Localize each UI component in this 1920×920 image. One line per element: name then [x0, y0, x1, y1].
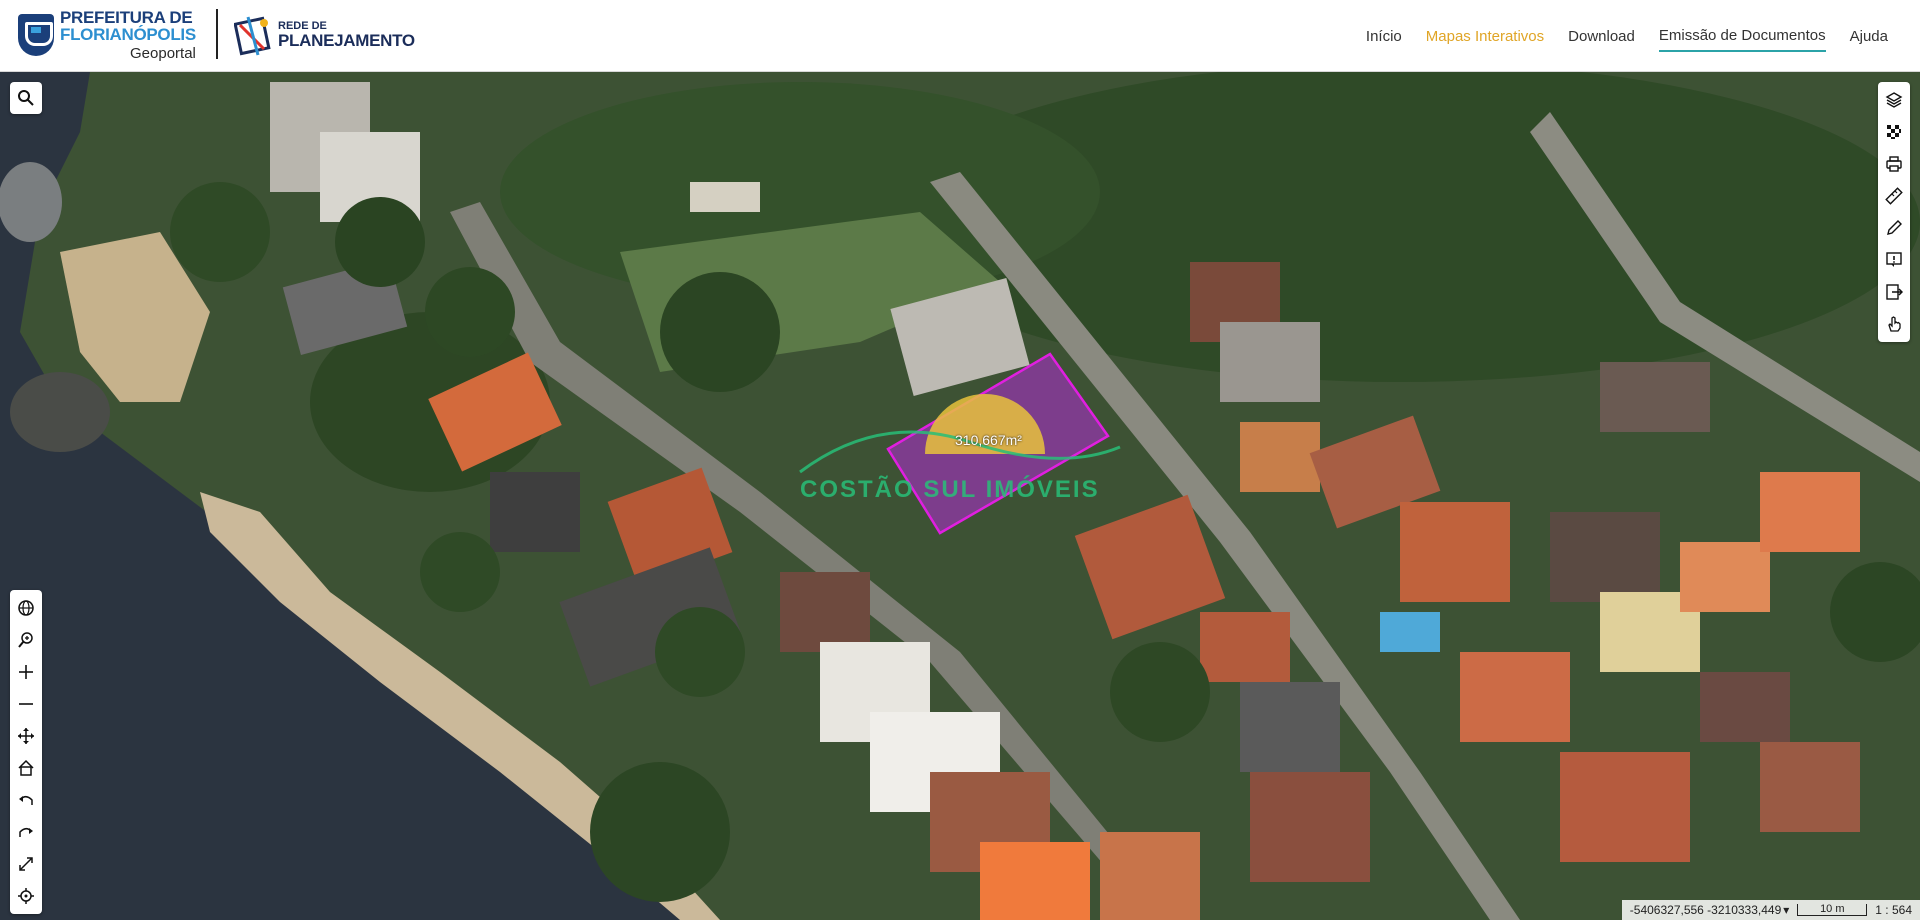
print-button[interactable]	[1878, 148, 1910, 180]
shield-icon	[18, 14, 54, 56]
left-toolbar	[10, 590, 42, 914]
fullscreen-icon	[19, 857, 33, 871]
globe-icon	[18, 600, 34, 616]
identify-button[interactable]	[1878, 308, 1910, 340]
layers-icon	[1885, 92, 1903, 108]
globe-button[interactable]	[10, 592, 42, 624]
zoom-in-button[interactable]	[10, 656, 42, 688]
layers-button[interactable]	[1878, 84, 1910, 116]
zoom-search-button[interactable]	[10, 624, 42, 656]
search-icon	[18, 90, 34, 106]
logo-line3: Geoportal	[130, 45, 196, 62]
coordinates-text: -5406327,556 -3210333,449	[1629, 903, 1782, 917]
export-icon	[1886, 284, 1903, 300]
area-measurement-label: 310,667m²	[955, 432, 1022, 448]
hand-icon	[1888, 316, 1901, 332]
home-button[interactable]	[10, 752, 42, 784]
export-button[interactable]	[1878, 276, 1910, 308]
measure-icon	[1885, 187, 1903, 205]
map-canvas[interactable]: 310,667m² COSTÃO SUL IMÓVEIS -5406327,55…	[0, 72, 1920, 920]
info-icon	[1886, 252, 1902, 267]
info-button[interactable]	[1878, 244, 1910, 276]
nav-inicio[interactable]: Início	[1366, 22, 1402, 51]
status-bar: -5406327,556 -3210333,449 ▾ 10 m 1 : 564	[1621, 900, 1920, 920]
logo-line1: PREFEITURA DE	[60, 8, 193, 27]
right-toolbar	[1878, 82, 1910, 342]
basemap-button[interactable]	[1878, 116, 1910, 148]
minus-icon	[19, 703, 33, 705]
header: PREFEITURA DE FLORIANÓPOLIS Geoportal RE…	[0, 0, 1920, 72]
home-icon	[18, 759, 34, 776]
plus-icon	[19, 665, 33, 679]
rede-big-text: PLANEJAMENTO	[278, 31, 415, 50]
undo-button[interactable]	[10, 784, 42, 816]
zoom-search-icon	[18, 632, 33, 648]
chevron-down-icon: ▾	[1783, 903, 1790, 917]
redo-button[interactable]	[10, 816, 42, 848]
rede-planejamento-icon	[234, 16, 271, 56]
scale-bar: 10 m	[1797, 904, 1868, 916]
prefeitura-logo[interactable]: PREFEITURA DE FLORIANÓPOLIS Geoportal	[18, 8, 196, 62]
locate-icon	[18, 888, 34, 904]
print-icon	[1886, 156, 1902, 172]
measure-button[interactable]	[1878, 180, 1910, 212]
pan-button[interactable]	[10, 720, 42, 752]
logo-line2: FLORIANÓPOLIS	[60, 25, 196, 44]
search-button[interactable]	[10, 82, 42, 114]
zoom-out-button[interactable]	[10, 688, 42, 720]
scale-ratio: 1 : 564	[1875, 903, 1912, 917]
draw-button[interactable]	[1878, 212, 1910, 244]
locate-button[interactable]	[10, 880, 42, 912]
basemap-icon	[1887, 125, 1901, 139]
nav-download[interactable]: Download	[1568, 22, 1635, 51]
nav-mapas-interativos[interactable]: Mapas Interativos	[1426, 22, 1544, 51]
redo-icon	[19, 828, 33, 837]
logo-divider	[216, 9, 218, 59]
nav-emissao-documentos[interactable]: Emissão de Documentos	[1658, 21, 1826, 52]
undo-icon	[19, 796, 33, 805]
nav-ajuda[interactable]: Ajuda	[1850, 22, 1888, 51]
pan-icon	[18, 728, 34, 744]
main-nav: Início Mapas Interativos Download Emissã…	[1366, 0, 1888, 72]
fullscreen-button[interactable]	[10, 848, 42, 880]
rede-planejamento-logo[interactable]: REDE DE PLANEJAMENTO	[234, 8, 415, 62]
satellite-imagery	[0, 72, 1920, 920]
coordinate-readout[interactable]: -5406327,556 -3210333,449 ▾	[1630, 903, 1790, 917]
draw-icon	[1887, 220, 1902, 235]
